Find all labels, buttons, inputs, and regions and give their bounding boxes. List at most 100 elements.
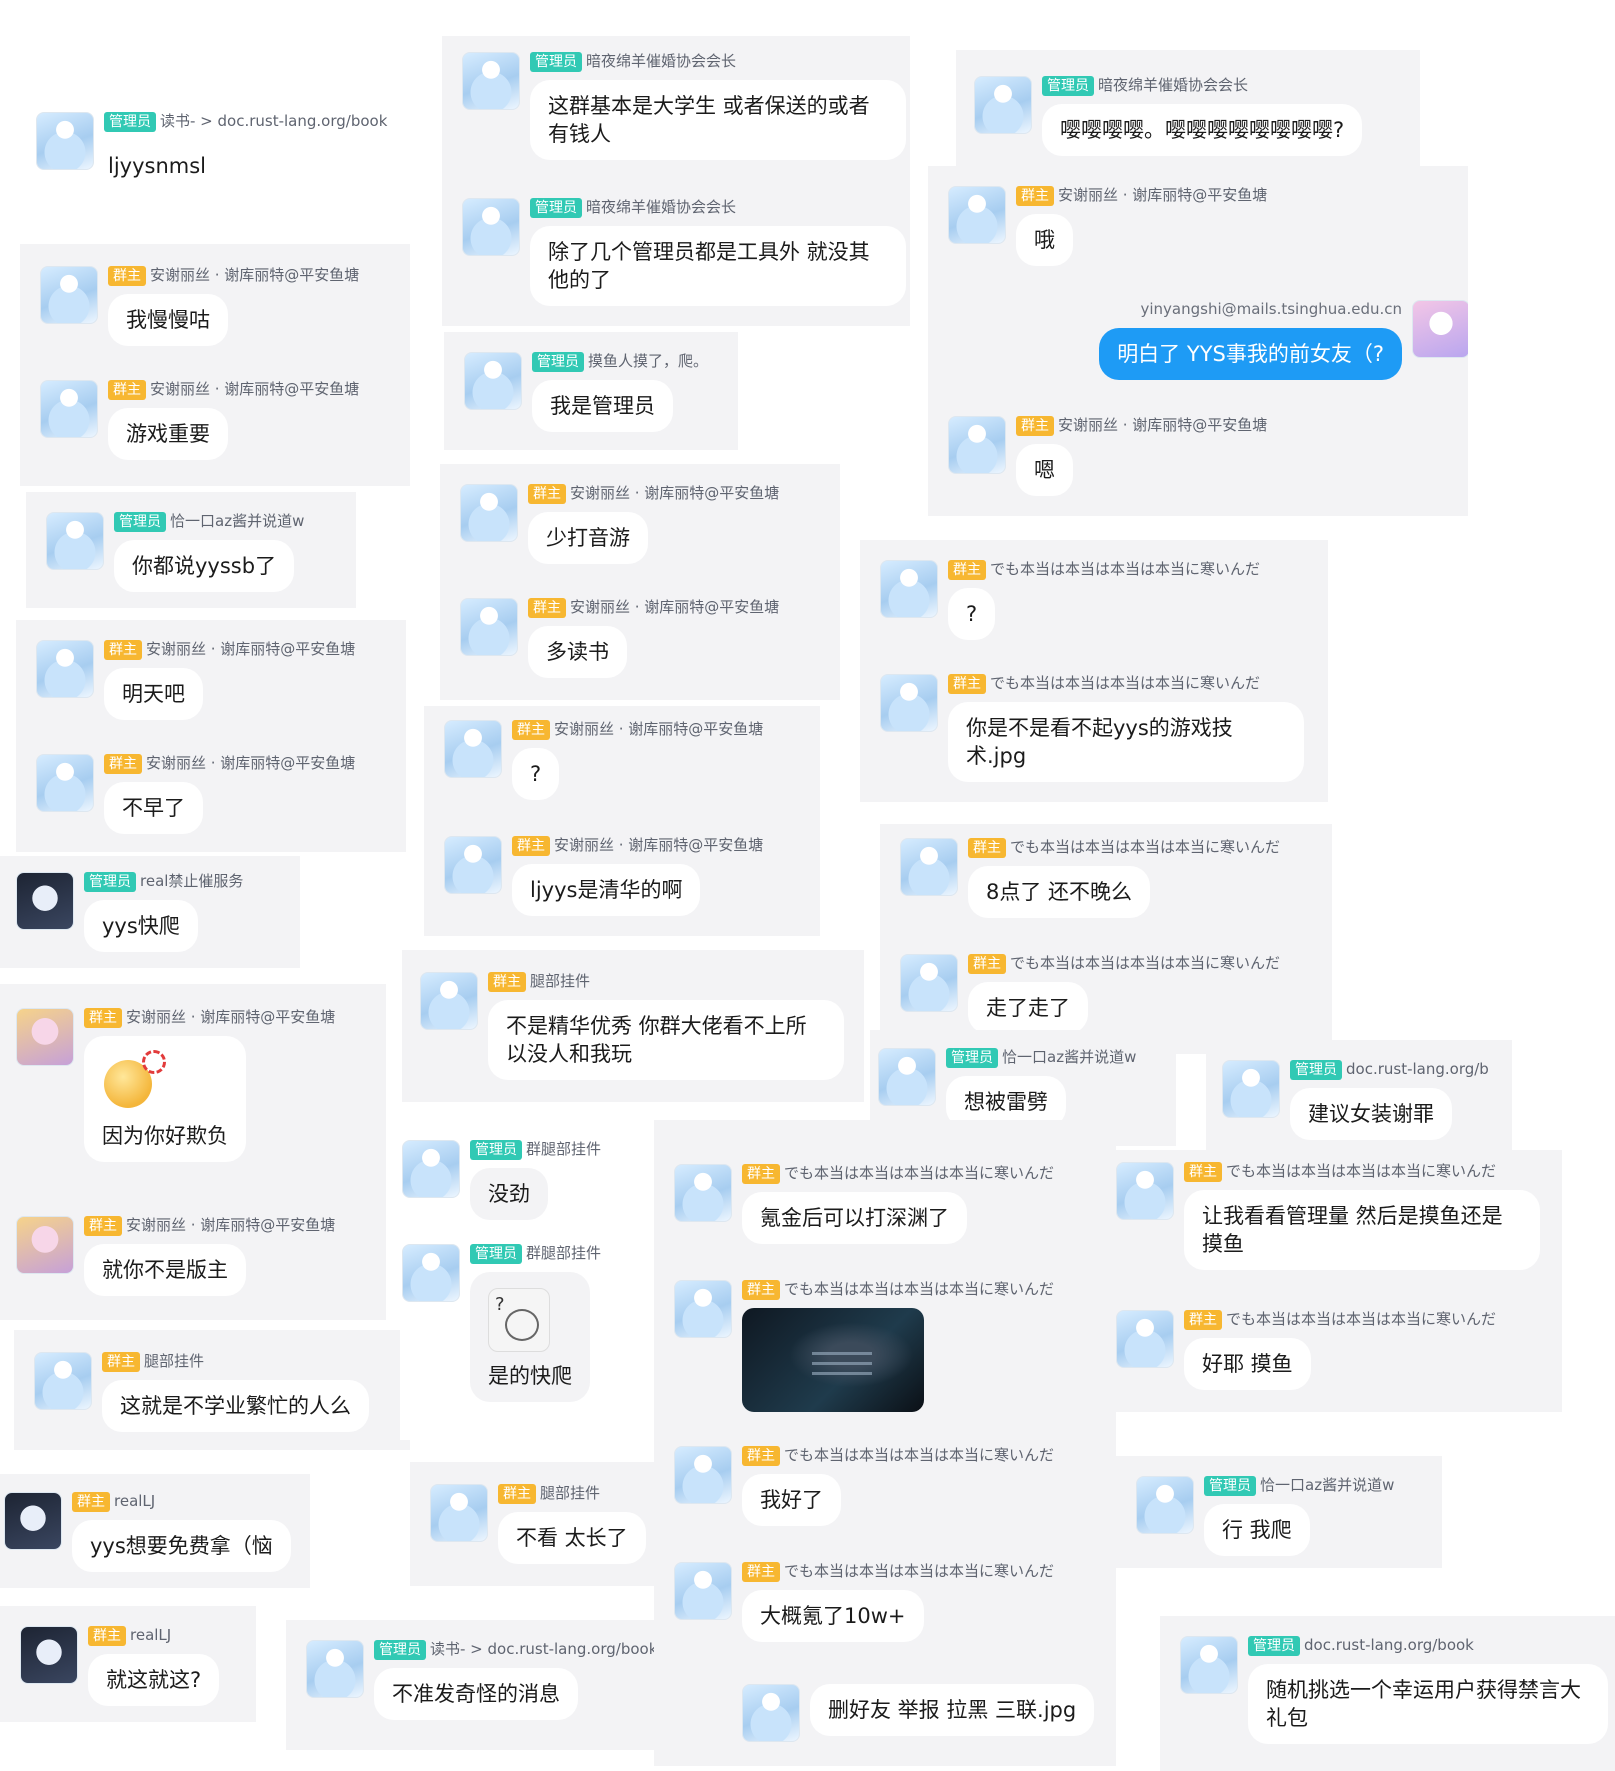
message-bubble[interactable]: 我慢慢咕 [108, 294, 228, 346]
message-bubble[interactable]: 8点了 还不晚么 [968, 866, 1151, 918]
message-bubble[interactable]: 明白了 YYS事我的前女友（? [1099, 328, 1402, 380]
message-bubble[interactable]: 因为你好欺负 [84, 1036, 246, 1162]
message-bubble[interactable]: ljyysnmsl [104, 140, 224, 192]
role-badge: 群主 [84, 1216, 122, 1236]
message-bubble[interactable]: 让我看看管理量 然后是摸鱼还是摸鱼 [1184, 1190, 1540, 1270]
avatar-icon[interactable] [674, 1562, 732, 1620]
message-item: yinyangshi@mails.tsinghua.edu.cn 明白了 YYS… [948, 300, 1468, 400]
message-bubble[interactable]: ljyys是清华的啊 [512, 864, 701, 916]
avatar-icon[interactable] [36, 640, 94, 698]
avatar-icon[interactable] [674, 1164, 732, 1222]
message-bubble[interactable]: ? [512, 748, 560, 800]
avatar-icon[interactable] [16, 1008, 74, 1066]
message-meta: 群主 安谢丽丝 · 谢库丽特@平安鱼塘 [84, 1006, 335, 1028]
avatar-icon[interactable] [880, 674, 938, 732]
game-screenshot-image[interactable] [742, 1308, 924, 1412]
avatar-icon[interactable] [948, 416, 1006, 474]
message-bubble[interactable]: 除了几个管理员都是工具外 就没其他的了 [530, 226, 906, 306]
message-bubble[interactable]: 嗯 [1016, 444, 1073, 496]
avatar-icon[interactable] [34, 1352, 92, 1410]
avatar-icon[interactable] [878, 1048, 936, 1106]
message-bubble[interactable]: 这就是不学业繁忙的人么 [102, 1380, 369, 1432]
avatar-icon[interactable] [430, 1484, 488, 1542]
message-bubble[interactable]: 建议女装谢罪 [1290, 1088, 1452, 1140]
avatar-icon[interactable] [36, 754, 94, 812]
message-bubble[interactable]: 随机挑选一个幸运用户获得禁言大礼包 [1248, 1664, 1608, 1744]
message-meta: 管理员 real禁止催服务 [84, 870, 243, 892]
sender-name: 安谢丽丝 · 谢库丽特@平安鱼塘 [150, 380, 360, 398]
avatar-icon[interactable] [420, 972, 478, 1030]
message-bubble[interactable]: 不准发奇怪的消息 [374, 1668, 578, 1720]
avatar-icon[interactable] [460, 484, 518, 542]
avatar-icon[interactable] [444, 836, 502, 894]
message-bubble[interactable]: 哦 [1016, 214, 1073, 266]
avatar-icon[interactable] [900, 954, 958, 1012]
message-bubble[interactable]: 行 我爬 [1204, 1504, 1310, 1556]
avatar-icon[interactable] [46, 512, 104, 570]
avatar-icon[interactable] [900, 838, 958, 896]
sender-name: yinyangshi@mails.tsinghua.edu.cn [1140, 300, 1402, 318]
avatar-icon[interactable] [1116, 1162, 1174, 1220]
message-meta: 群主 安谢丽丝 · 谢库丽特@平安鱼塘 [512, 718, 763, 740]
role-badge: 群主 [498, 1484, 536, 1504]
avatar-icon[interactable] [674, 1280, 732, 1338]
message-bubble[interactable]: 我好了 [742, 1474, 841, 1526]
avatar-icon[interactable] [462, 198, 520, 256]
message-meta: 群主 安谢丽丝 · 谢库丽特@平安鱼塘 [84, 1214, 335, 1236]
avatar-icon[interactable] [974, 76, 1032, 134]
avatar-icon[interactable] [1412, 300, 1468, 358]
message-meta: 管理员 暗夜绵羊催婚协会会长 [530, 50, 736, 72]
message-bubble[interactable]: 氪金后可以打深渊了 [742, 1192, 967, 1244]
message-bubble[interactable]: 不早了 [104, 782, 203, 834]
message-bubble[interactable]: 好耶 摸鱼 [1184, 1338, 1311, 1390]
message-bubble[interactable]: 是的快爬 [470, 1272, 590, 1402]
avatar-icon[interactable] [16, 872, 74, 930]
avatar-icon[interactable] [948, 186, 1006, 244]
message-bubble[interactable]: 我是管理员 [532, 380, 673, 432]
avatar-icon[interactable] [16, 1216, 74, 1274]
message-bubble[interactable]: 少打音游 [528, 512, 648, 564]
message-bubble[interactable]: 走了走了 [968, 982, 1088, 1034]
avatar-icon[interactable] [462, 52, 520, 110]
message-bubble[interactable]: 这群基本是大学生 或者保送的或者有钱人 [530, 80, 906, 160]
message-bubble[interactable]: 不是精华优秀 你群大佬看不上所以没人和我玩 [488, 1000, 844, 1080]
message-bubble[interactable]: 你是不是看不起yys的游戏技术.jpg [948, 702, 1304, 782]
message-bubble[interactable]: 游戏重要 [108, 408, 228, 460]
message-bubble[interactable]: 嘤嘤嘤嘤。嘤嘤嘤嘤嘤嘤嘤嘤? [1042, 104, 1363, 156]
message-bubble[interactable]: 大概氪了10w+ [742, 1590, 924, 1642]
sender-name: でも本当は本当は本当は本当に寒いんだ [1226, 1162, 1497, 1180]
avatar-icon[interactable] [880, 560, 938, 618]
message-bubble[interactable]: 没劲 [470, 1168, 548, 1220]
avatar-icon[interactable] [4, 1492, 62, 1550]
avatar-icon[interactable] [464, 352, 522, 410]
avatar-icon[interactable] [20, 1626, 78, 1684]
message-bubble[interactable]: ? [948, 588, 996, 640]
avatar-icon[interactable] [36, 112, 94, 170]
message-bubble[interactable]: yys快爬 [84, 900, 198, 952]
avatar-icon[interactable] [40, 380, 98, 438]
avatar-icon[interactable] [402, 1244, 460, 1302]
avatar-icon[interactable] [444, 720, 502, 778]
avatar-icon[interactable] [402, 1140, 460, 1198]
avatar-icon[interactable] [1222, 1060, 1280, 1118]
message-bubble[interactable]: 删好友 举报 拉黑 三联.jpg [810, 1684, 1095, 1736]
message-bubble[interactable]: 就这就这? [88, 1654, 220, 1706]
avatar-icon[interactable] [460, 598, 518, 656]
message-bubble[interactable]: 就你不是版主 [84, 1244, 246, 1296]
message-bubble[interactable]: yys想要免费拿（恼 [72, 1520, 291, 1572]
role-badge: 群主 [1016, 416, 1054, 436]
message-bubble[interactable]: 明天吧 [104, 668, 203, 720]
message-bubble[interactable]: 多读书 [528, 626, 627, 678]
avatar-icon[interactable] [742, 1684, 800, 1742]
avatar-icon[interactable] [1136, 1476, 1194, 1534]
message-meta: 群主 安谢丽丝 · 谢库丽特@平安鱼塘 [1016, 184, 1267, 206]
avatar-icon[interactable] [40, 266, 98, 324]
message-bubble[interactable]: 不看 太长了 [498, 1512, 646, 1564]
chat-panel: 管理员 doc.rust-lang.org/b 建议女装谢罪 [1206, 1040, 1512, 1156]
avatar-icon[interactable] [1116, 1310, 1174, 1368]
avatar-icon[interactable] [674, 1446, 732, 1504]
avatar-icon[interactable] [1180, 1636, 1238, 1694]
avatar-icon[interactable] [306, 1640, 364, 1698]
chat-panel: 群主 でも本当は本当は本当は本当に寒いんだ ? 群主 でも本当は本当は本当は本当に寒… [860, 540, 1328, 802]
message-bubble[interactable]: 你都说yyssb了 [114, 540, 295, 592]
